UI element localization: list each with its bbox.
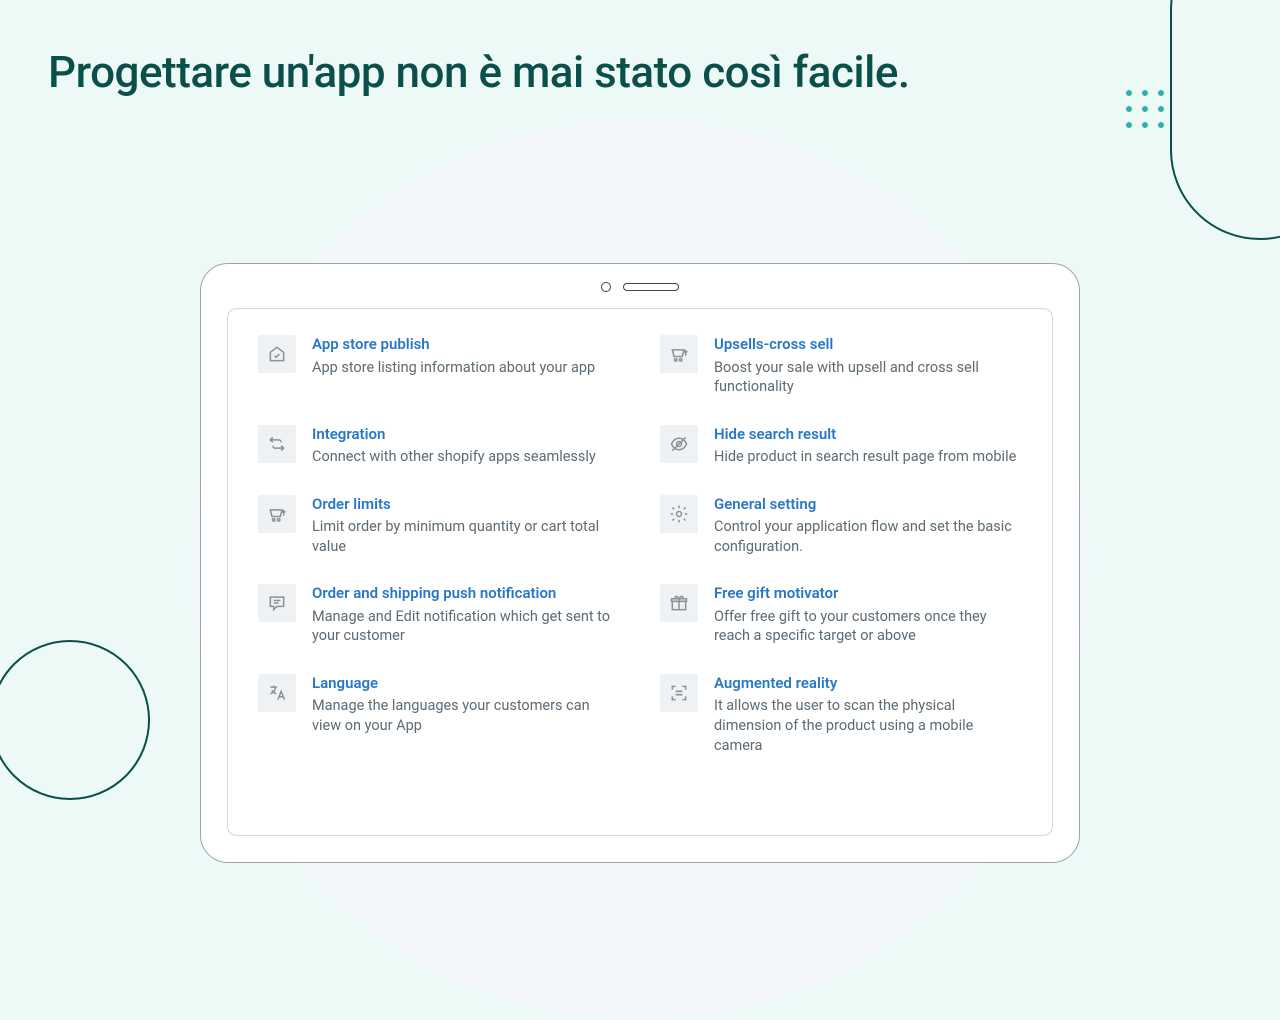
tablet-camera [601,282,611,292]
feature-upsells-cross-sell[interactable]: Upsells-cross sell Boost your sale with … [660,335,1022,397]
translate-icon [258,674,296,712]
feature-desc: App store listing information about your… [312,358,620,378]
feature-integration[interactable]: Integration Connect with other shopify a… [258,425,620,467]
decorative-oval-top [1170,0,1280,240]
feature-title: Language [312,674,620,694]
eye-off-icon [660,425,698,463]
feature-desc: Control your application flow and set th… [714,517,1022,556]
cart-up-icon [258,495,296,533]
feature-title: Order limits [312,495,620,515]
decorative-circle-bottom [0,640,150,800]
feature-desc: Connect with other shopify apps seamless… [312,447,620,467]
feature-title: Augmented reality [714,674,1022,694]
feature-title: Integration [312,425,620,445]
feature-augmented-reality[interactable]: Augmented reality It allows the user to … [660,674,1022,755]
decorative-dots [1126,90,1164,128]
page-heading: Progettare un'app non è mai stato così f… [48,46,910,98]
tablet-screen: App store publish App store listing info… [227,308,1053,836]
feature-general-setting[interactable]: General setting Control your application… [660,495,1022,557]
feature-desc: Hide product in search result page from … [714,447,1022,467]
message-icon [258,584,296,622]
scan-icon [660,674,698,712]
gift-icon [660,584,698,622]
cart-up-icon [660,335,698,373]
feature-title: Upsells-cross sell [714,335,1022,355]
feature-desc: It allows the user to scan the physical … [714,696,1022,755]
feature-app-store-publish[interactable]: App store publish App store listing info… [258,335,620,397]
tablet-frame: App store publish App store listing info… [200,263,1080,863]
feature-order-limits[interactable]: Order limits Limit order by minimum quan… [258,495,620,557]
feature-title: Order and shipping push notification [312,584,620,604]
feature-free-gift-motivator[interactable]: Free gift motivator Offer free gift to y… [660,584,1022,646]
feature-language[interactable]: Language Manage the languages your custo… [258,674,620,755]
feature-desc: Boost your sale with upsell and cross se… [714,358,1022,397]
feature-desc: Offer free gift to your customers once t… [714,607,1022,646]
home-check-icon [258,335,296,373]
features-grid: App store publish App store listing info… [258,335,1022,755]
feature-hide-search-result[interactable]: Hide search result Hide product in searc… [660,425,1022,467]
arrows-icon [258,425,296,463]
feature-desc: Limit order by minimum quantity or cart … [312,517,620,556]
feature-title: Free gift motivator [714,584,1022,604]
gear-icon [660,495,698,533]
feature-title: General setting [714,495,1022,515]
feature-desc: Manage the languages your customers can … [312,696,620,735]
feature-title: App store publish [312,335,620,355]
feature-title: Hide search result [714,425,1022,445]
feature-push-notification[interactable]: Order and shipping push notification Man… [258,584,620,646]
feature-desc: Manage and Edit notification which get s… [312,607,620,646]
tablet-speaker [623,283,679,291]
tablet-hardware [601,282,679,292]
